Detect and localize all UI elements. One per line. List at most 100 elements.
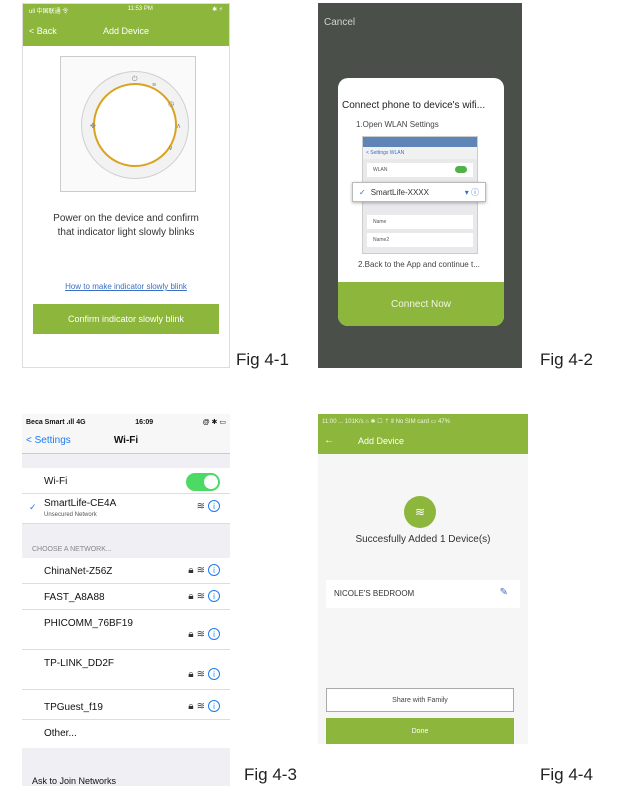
- checkmark-icon: ✓: [359, 187, 366, 197]
- lock-icon: 🔒︎: [188, 700, 194, 712]
- wifi-icon: ≋: [196, 700, 205, 712]
- network-row[interactable]: FAST_A8A88 🔒︎ ≋ i: [22, 584, 230, 610]
- nav-bar: < Settings Wi-Fi: [22, 430, 230, 454]
- wifi-toggle[interactable]: [186, 473, 220, 491]
- connect-dialog: Connect phone to device's wifi... 1.Open…: [338, 78, 504, 326]
- preview-row: Name: [367, 215, 473, 229]
- wifi-icon: ≋: [196, 500, 205, 512]
- wifi-success-icon: ≋: [404, 496, 436, 528]
- network-icons: 🔒︎ ≋ i: [188, 700, 220, 712]
- info-icon[interactable]: i: [208, 628, 220, 640]
- network-row[interactable]: TPGuest_f19 🔒︎ ≋ i: [22, 690, 230, 720]
- figure-caption: Fig 4-4: [540, 765, 593, 784]
- wifi-group: Wi-Fi ✓ SmartLife-CE4A Unsecured Network…: [22, 468, 230, 524]
- connected-network-row[interactable]: ✓ SmartLife-CE4A Unsecured Network ≋ i: [22, 494, 230, 524]
- connect-now-button[interactable]: Connect Now: [338, 282, 504, 326]
- ask-to-join-label: Ask to Join Networks: [32, 776, 117, 786]
- instruction-line-2: that indicator light slowly blinks: [57, 227, 195, 238]
- toggle-icon: [455, 166, 467, 173]
- selected-network-row: ✓ SmartLife-XXXX ▾ ⓘ: [352, 182, 486, 202]
- done-button[interactable]: Done: [326, 718, 514, 744]
- wifi-icon: ≋: [196, 590, 205, 602]
- cancel-button[interactable]: Cancel: [324, 17, 355, 28]
- selected-network-name: SmartLife-XXXX: [370, 187, 429, 197]
- wifi-icon: ≋: [196, 564, 205, 576]
- network-icons: 🔒︎ ≋ i: [188, 668, 220, 680]
- network-name: FAST_A8A88: [44, 592, 105, 603]
- nav-bar: ← Add Device: [318, 430, 528, 454]
- dialog-title: Connect phone to device's wifi...: [342, 100, 486, 111]
- network-row[interactable]: TP-LINK_DD2F 🔒︎ ≋ i: [22, 650, 230, 690]
- preview-status-bar: [363, 137, 477, 147]
- carrier-text: Beca Smart .ıll 4G: [26, 418, 86, 426]
- network-name: PHICOMM_76BF19: [44, 618, 133, 629]
- up-icon: ∧: [176, 123, 182, 130]
- status-time: 16:09: [135, 418, 154, 426]
- preview-wlan-label: WLAN: [373, 167, 388, 173]
- wifi-icon: ≋: [196, 668, 205, 680]
- page-title: Add Device: [358, 436, 405, 446]
- screen-device-added: 11:00 ... 101K/s ⌂ ✱ ☐ ⇡ Ⅱ No SIM card ▭…: [318, 414, 528, 744]
- other-network-row[interactable]: Other...: [22, 720, 230, 748]
- success-message: Succesfully Added 1 Device(s): [355, 534, 491, 545]
- edit-icon[interactable]: ✎: [500, 587, 508, 598]
- preview-row: Name2: [367, 233, 473, 247]
- network-row[interactable]: ChinaNet-Z56Z 🔒︎ ≋ i: [22, 558, 230, 584]
- info-icon[interactable]: i: [208, 668, 220, 680]
- page-title: Wi-Fi: [113, 435, 139, 446]
- lock-icon: 🔒︎: [188, 668, 194, 680]
- back-arrow-icon[interactable]: ←: [324, 435, 334, 446]
- device-row[interactable]: NICOLE'S BEDROOM ✎: [326, 580, 520, 608]
- figure-caption: Fig 4-2: [540, 350, 593, 369]
- instruction-line-1: Power on the device and confirm: [53, 213, 199, 224]
- figure-caption: Fig 4-1: [236, 350, 289, 369]
- network-list: ChinaNet-Z56Z 🔒︎ ≋ i FAST_A8A88 🔒︎ ≋ i PHICO…: [22, 558, 230, 748]
- dial-outer: ⏻ ≡ ◷ ∧ ∨ ✤: [81, 71, 189, 179]
- other-network-label: Other...: [44, 728, 77, 739]
- connected-network-name: SmartLife-CE4A: [44, 498, 117, 509]
- status-time: 11:53 PM: [127, 6, 153, 12]
- network-name: ChinaNet-Z56Z: [44, 566, 113, 577]
- step-1-text: 1.Open WLAN Settings: [356, 120, 439, 129]
- power-icon: ⏻: [132, 76, 138, 83]
- preview-network-1: Name: [373, 219, 387, 225]
- device-name: NICOLE'S BEDROOM: [334, 589, 415, 598]
- nav-bar: < Back Add Device: [23, 16, 229, 46]
- fan-icon: ✤: [90, 123, 96, 130]
- down-icon: ∨: [168, 145, 174, 152]
- info-icon[interactable]: i: [208, 500, 220, 512]
- status-icons: ✱ ⚡: [212, 7, 223, 13]
- confirm-blink-button[interactable]: Confirm indicator slowly blink: [33, 304, 219, 334]
- preview-network-2: Name2: [373, 237, 390, 243]
- menu-icon: ≡: [152, 82, 157, 89]
- help-link[interactable]: How to make indicator slowly blink: [23, 282, 229, 291]
- step-2-text: 2.Back to the App and continue t...: [358, 260, 480, 269]
- info-icon[interactable]: i: [208, 564, 220, 576]
- network-name: TPGuest_f19: [44, 702, 103, 713]
- preview-wlan-row: WLAN: [367, 163, 473, 177]
- info-icon[interactable]: i: [208, 590, 220, 602]
- preview-nav: < Settings WLAN: [363, 147, 477, 159]
- network-icons: 🔒︎ ≋ i: [188, 590, 220, 602]
- dial-ring: [93, 83, 177, 167]
- network-row[interactable]: PHICOMM_76BF19 🔒︎ ≋ i: [22, 610, 230, 650]
- connected-network-sub: Unsecured Network: [44, 512, 97, 518]
- screen-ios-wifi-settings: Beca Smart .ıll 4G 16:09 @ ✱ ▭ < Setting…: [22, 414, 230, 786]
- instruction-text: Power on the device and confirm that ind…: [33, 212, 219, 240]
- network-icons: ≋ i: [197, 500, 220, 512]
- page-title: Add Device: [102, 26, 150, 36]
- info-icon[interactable]: i: [208, 700, 220, 712]
- lock-icon: 🔒︎: [188, 590, 194, 602]
- status-bar: 11:00 ... 101K/s ⌂ ✱ ☐ ⇡ Ⅱ No SIM card ▭…: [318, 414, 528, 430]
- carrier-text: ull 中国联通 令: [29, 9, 69, 15]
- lock-icon: 🔒︎: [188, 628, 194, 640]
- checkmark-icon: ✓: [29, 502, 37, 512]
- thermostat-illustration: ⏻ ≡ ◷ ∧ ∨ ✤: [60, 56, 196, 192]
- screen-add-device-blink: ull 中国联通 令 11:53 PM ✱ ⚡ < Back Add Devic…: [22, 3, 230, 368]
- network-icons: 🔒︎ ≋ i: [188, 628, 220, 640]
- lock-icon: 🔒︎: [188, 564, 194, 576]
- share-with-family-button[interactable]: Share with Family: [326, 688, 514, 712]
- wifi-info-icon: ▾ ⓘ: [464, 187, 479, 197]
- status-bar: ull 中国联通 令 11:53 PM ✱ ⚡: [23, 4, 229, 16]
- network-icons: 🔒︎ ≋ i: [188, 564, 220, 576]
